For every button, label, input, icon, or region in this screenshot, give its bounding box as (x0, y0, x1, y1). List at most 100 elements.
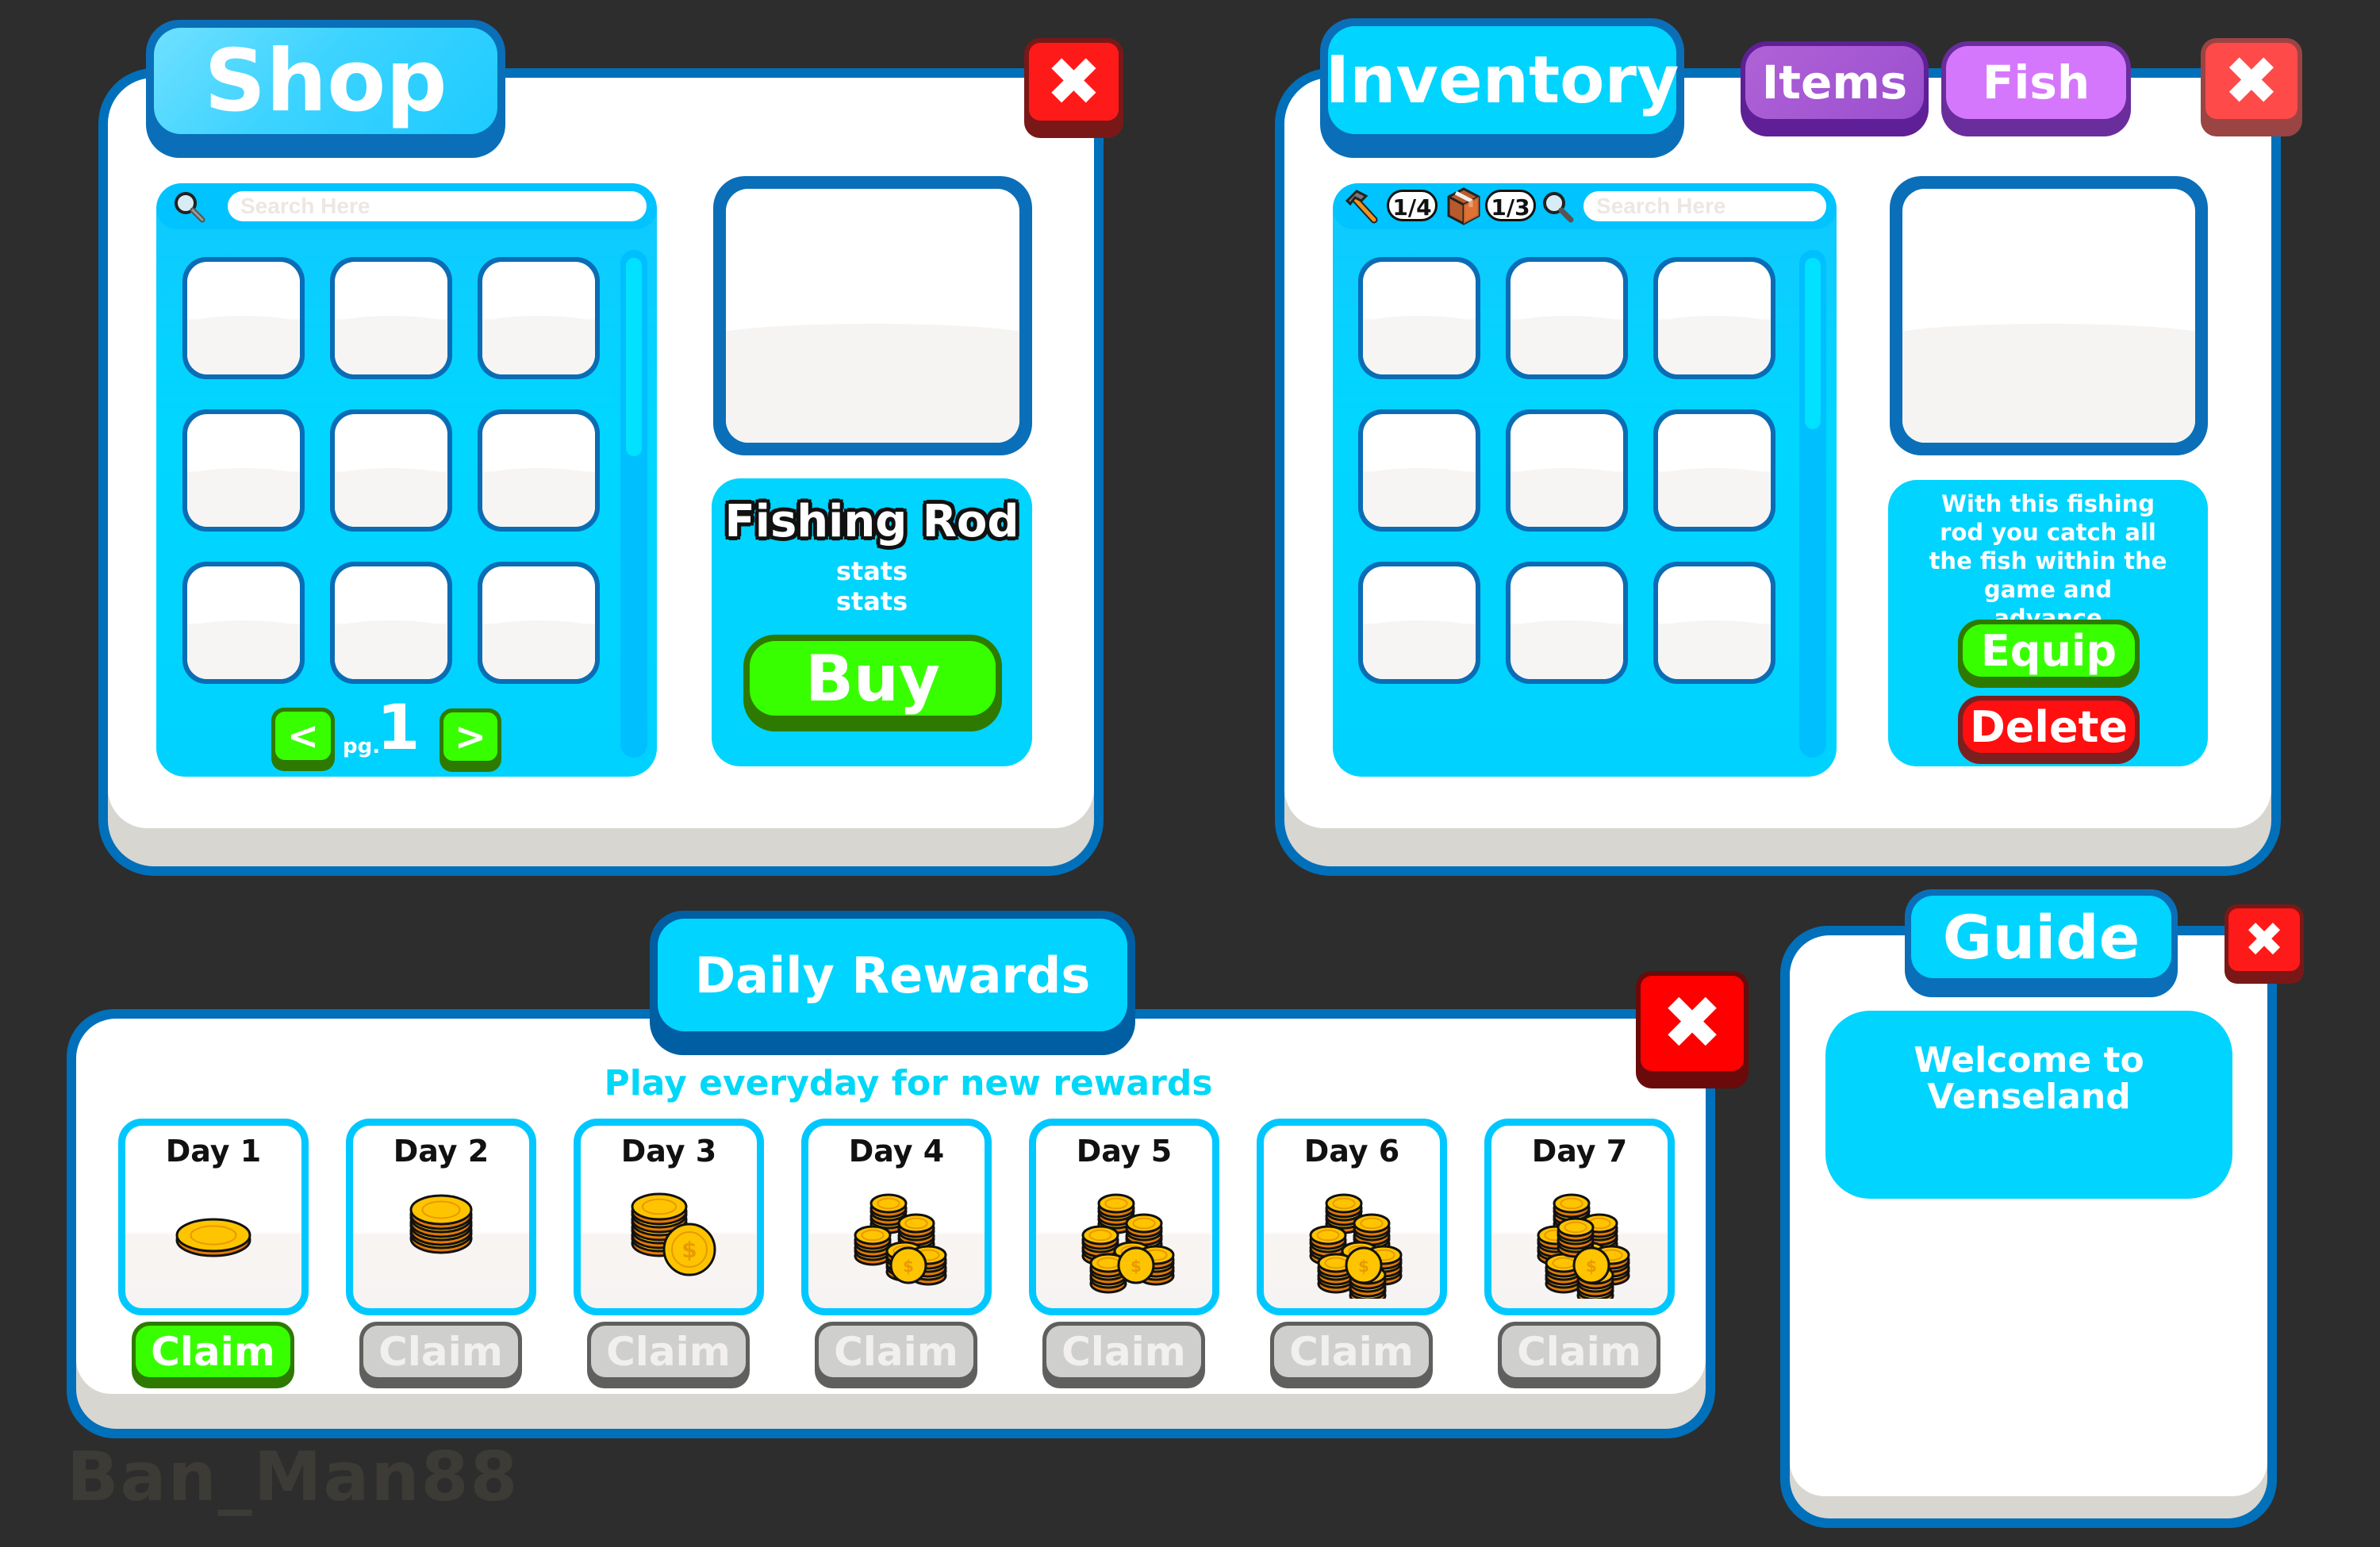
item-slot-face (187, 414, 300, 527)
claim-button[interactable]: Claim (815, 1322, 977, 1388)
day-label: Day 3 (620, 1134, 717, 1169)
inventory-toolbar: 1/4 1/3 (1333, 183, 1837, 229)
item-slot[interactable] (1358, 257, 1480, 379)
inventory-scrollbar-thumb[interactable] (1805, 258, 1821, 429)
item-slot-face (1363, 414, 1476, 527)
day-card: Day 2 (346, 1119, 536, 1315)
item-slot[interactable] (478, 562, 600, 684)
equip-button[interactable]: Equip (1958, 620, 2140, 688)
claim-button[interactable]: Claim (587, 1322, 750, 1388)
inventory-search-input[interactable] (1583, 191, 1826, 221)
item-slot[interactable] (1653, 562, 1775, 684)
item-slot[interactable] (1653, 257, 1775, 379)
item-stat-line: stats (835, 586, 908, 616)
shop-item-preview (713, 176, 1032, 455)
item-slot-face (1363, 566, 1476, 679)
item-slot[interactable] (182, 257, 305, 379)
svg-text:$: $ (1130, 1257, 1142, 1276)
item-slot[interactable] (182, 409, 305, 532)
svg-text:$: $ (903, 1257, 914, 1276)
claim-label: Claim (1061, 1328, 1186, 1375)
coin-stack-icon: $ (581, 1181, 757, 1297)
claim-button[interactable]: Claim (359, 1322, 522, 1388)
claim-button[interactable]: Claim (1498, 1322, 1660, 1388)
guide-close-button[interactable]: ✖ (2225, 904, 2304, 984)
day-label: Day 2 (393, 1134, 489, 1169)
shop-close-button[interactable]: ✖ (1024, 38, 1123, 138)
item-slot-face (482, 414, 595, 527)
item-slot-face (482, 566, 595, 679)
tab-items[interactable]: Items (1741, 41, 1929, 136)
item-slot[interactable] (1506, 562, 1628, 684)
prev-page-button[interactable]: < (271, 708, 335, 771)
shop-item-list: < pg. 1 > (156, 183, 657, 777)
delete-button[interactable]: Delete (1958, 696, 2140, 764)
item-slot[interactable] (1506, 409, 1628, 532)
item-slot[interactable] (478, 409, 600, 532)
close-icon: ✖ (1046, 43, 1102, 121)
delete-label: Delete (1969, 701, 2129, 752)
item-slot[interactable] (1358, 409, 1480, 532)
chevron-left-icon: < (286, 713, 320, 758)
item-slot-face (187, 566, 300, 679)
claim-label: Claim (151, 1328, 275, 1375)
page-prefix: pg. (343, 735, 381, 758)
daily-rewards-title-tab: Daily Rewards (650, 911, 1135, 1055)
close-icon: ✖ (2223, 42, 2280, 120)
coin-stack-icon (353, 1181, 529, 1297)
inventory-title: Inventory (1325, 42, 1679, 118)
equip-label: Equip (1980, 625, 2117, 676)
inventory-close-button[interactable]: ✖ (2201, 38, 2302, 136)
item-slot[interactable] (182, 562, 305, 684)
item-slot[interactable] (330, 409, 452, 532)
tab-fish[interactable]: Fish (1941, 41, 2131, 136)
claim-button[interactable]: Claim (1270, 1322, 1433, 1388)
day-card: Day 3 $ (574, 1119, 764, 1315)
item-slot[interactable] (330, 257, 452, 379)
svg-text:$: $ (1358, 1257, 1369, 1276)
day-card: Day 1 (118, 1119, 309, 1315)
item-slot[interactable] (1653, 409, 1775, 532)
claim-button[interactable]: Claim (1042, 1322, 1205, 1388)
day-label: Day 5 (1076, 1134, 1173, 1169)
item-slot-face (1658, 414, 1771, 527)
day-label: Day 1 (165, 1134, 262, 1169)
shop-search-input[interactable] (228, 191, 647, 221)
daily-rewards-close-button[interactable]: ✖ (1636, 971, 1749, 1088)
guide-title: Guide (1942, 901, 2140, 973)
hammer-icon (1344, 188, 1380, 228)
item-slot[interactable] (478, 257, 600, 379)
coin-pile-icon: $ (1036, 1181, 1212, 1297)
guide-title-tab: Guide (1905, 889, 2178, 997)
claim-label: Claim (1517, 1328, 1641, 1375)
page-number: 1 (377, 693, 420, 764)
day-label: Day 4 (848, 1134, 945, 1169)
buy-button[interactable]: Buy (743, 635, 1002, 731)
item-slot-face (335, 414, 447, 527)
item-slot[interactable] (1358, 562, 1480, 684)
shop-scrollbar-thumb[interactable] (626, 258, 642, 456)
item-slot-face (335, 566, 447, 679)
item-slot-face (1658, 566, 1771, 679)
svg-text:$: $ (1586, 1257, 1597, 1276)
item-slot-face (1511, 262, 1623, 374)
item-name: Fishing Rod (724, 496, 1019, 547)
daily-rewards-title: Daily Rewards (694, 946, 1091, 1004)
inventory-scrollbar-track[interactable] (1799, 250, 1826, 758)
inventory-item-preview (1890, 176, 2208, 455)
single-coin-icon (125, 1181, 301, 1297)
chevron-right-icon: > (454, 714, 487, 759)
guide-message: Welcome to Venseland (1914, 1040, 2144, 1117)
inventory-title-tab: Inventory (1320, 18, 1684, 158)
day-card: Day 7 $ (1484, 1119, 1675, 1315)
next-page-button[interactable]: > (440, 708, 501, 772)
claim-label: Claim (834, 1328, 958, 1375)
item-slot[interactable] (1506, 257, 1628, 379)
tools-count-badge: 1/4 (1387, 190, 1438, 221)
shop-scrollbar-track[interactable] (620, 250, 647, 758)
item-slot-face (482, 262, 595, 374)
item-slot-face (1511, 566, 1623, 679)
watermark: Ban_Man88 (67, 1438, 520, 1517)
item-slot[interactable] (330, 562, 452, 684)
claim-button[interactable]: Claim (132, 1322, 294, 1388)
